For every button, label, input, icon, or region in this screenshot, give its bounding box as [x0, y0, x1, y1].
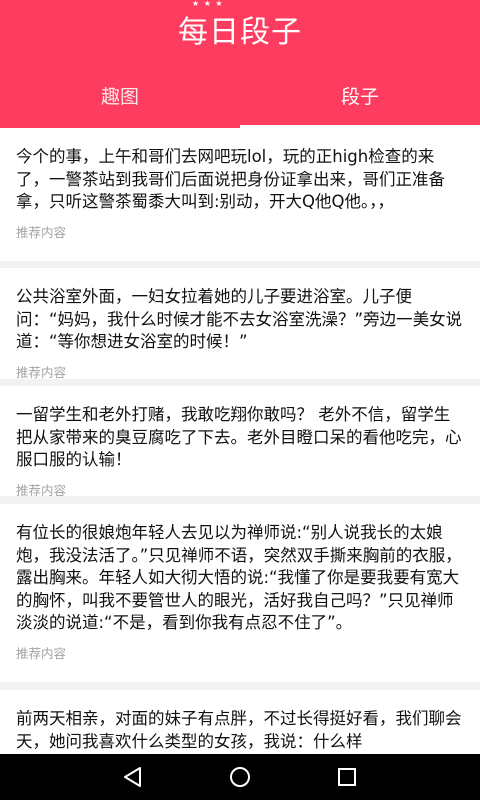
- joke-text: 前两天相亲，对面的妹子有点胖，不过长得挺好看，我们聊会天，她问我喜欢什么类型的女…: [16, 709, 462, 751]
- recommend-tag: 推荐内容: [16, 645, 67, 661]
- home-icon[interactable]: [220, 757, 260, 797]
- list-item[interactable]: 今个的事，上午和哥们去网吧玩lol，玩的正high检查的来了，一警茶站到我哥们后…: [0, 128, 480, 261]
- recents-icon[interactable]: [327, 757, 367, 797]
- tab-bar: 趣图 段子: [0, 62, 480, 128]
- tab-pictures[interactable]: 趣图: [0, 62, 240, 128]
- system-nav-bar: [0, 754, 480, 800]
- tab-jokes[interactable]: 段子: [240, 62, 480, 128]
- joke-text: 一留学生和老外打赌，我敢吃翔你敢吗？ 老外不信，留学生把从家带来的臭豆腐吃了下去…: [16, 405, 462, 469]
- joke-feed[interactable]: 今个的事，上午和哥们去网吧玩lol，玩的正high检查的来了，一警茶站到我哥们后…: [0, 128, 480, 754]
- title-stars: ★ ★ ★: [192, 0, 224, 8]
- list-item[interactable]: 前两天相亲，对面的妹子有点胖，不过长得挺好看，我们聊会天，她问我喜欢什么类型的女…: [0, 690, 480, 754]
- tab-pictures-label: 趣图: [100, 85, 139, 108]
- back-icon[interactable]: [113, 757, 153, 797]
- joke-text: 公共浴室外面，一妇女拉着她的儿子要进浴室。儿子便问：“妈妈，我什么时候才能不去女…: [16, 287, 463, 351]
- recommend-tag: 推荐内容: [16, 364, 67, 380]
- list-item[interactable]: 一留学生和老外打赌，我敢吃翔你敢吗？ 老外不信，留学生把从家带来的臭豆腐吃了下去…: [0, 386, 480, 496]
- joke-text: 有位长的很娘炮年轻人去见以为禅师说:“别人说我长的太娘炮，我没法活了。”只见禅师…: [16, 523, 462, 632]
- app-title-text: 每日段子: [178, 15, 302, 50]
- app-screen: ★ ★ ★ 每日段子 趣图 段子 今个的事，上午和哥们去网吧玩lol，玩的正hi…: [0, 0, 480, 800]
- app-header: ★ ★ ★ 每日段子 趣图 段子: [0, 0, 480, 128]
- recommend-tag: 推荐内容: [16, 224, 67, 240]
- list-item[interactable]: 有位长的很娘炮年轻人去见以为禅师说:“别人说我长的太娘炮，我没法活了。”只见禅师…: [0, 504, 480, 682]
- tab-jokes-label: 段子: [340, 85, 379, 108]
- title-bar: ★ ★ ★ 每日段子: [0, 0, 480, 58]
- list-item[interactable]: 公共浴室外面，一妇女拉着她的儿子要进浴室。儿子便问：“妈妈，我什么时候才能不去女…: [0, 268, 480, 379]
- joke-text: 今个的事，上午和哥们去网吧玩lol，玩的正high检查的来了，一警茶站到我哥们后…: [16, 147, 445, 211]
- app-title: ★ ★ ★ 每日段子: [178, 0, 302, 51]
- recommend-tag: 推荐内容: [16, 482, 67, 497]
